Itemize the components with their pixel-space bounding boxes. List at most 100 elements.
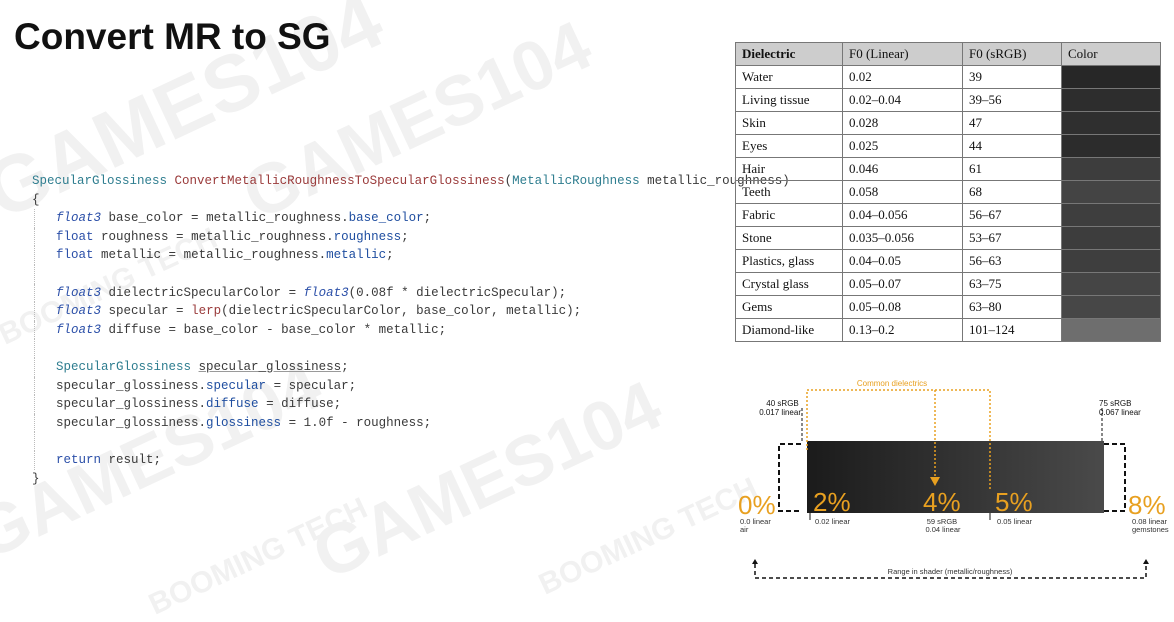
color-swatch <box>1061 295 1161 319</box>
color-swatch <box>1061 249 1161 273</box>
common-dielectrics-label: Common dielectrics <box>857 379 927 388</box>
table-row: Plastics, glass 0.04–0.05 56–63 <box>735 249 1161 273</box>
code-line: float metallic = metallic_roughness.meta… <box>34 246 712 265</box>
f0-srgb-cell: 63–75 <box>962 272 1062 296</box>
page-title: Convert MR to SG <box>14 16 331 57</box>
dielectric-cell: Diamond-like <box>735 318 843 342</box>
column-header: F0 (Linear) <box>842 42 963 66</box>
code-line: float3 diffuse = base_color - base_color… <box>34 320 712 340</box>
marker-0-sub: 0.0 linear air <box>740 517 773 534</box>
marker-4-pct: 8% <box>1128 490 1166 520</box>
f0-linear-cell: 0.13–0.2 <box>842 318 963 342</box>
code-line: SpecularGlossiness specular_glossiness; <box>34 357 712 377</box>
f0-linear-cell: 0.025 <box>842 134 963 158</box>
code-line: } <box>32 471 40 486</box>
f0-srgb-cell: 68 <box>962 180 1062 204</box>
table-row: Gems 0.05–0.08 63–80 <box>735 295 1161 319</box>
f0-linear-cell: 0.046 <box>842 157 963 181</box>
f0-srgb-cell: 101–124 <box>962 318 1062 342</box>
color-swatch <box>1061 134 1161 158</box>
dielectric-cell: Hair <box>735 157 843 181</box>
code-line: specular_glossiness.specular = specular; <box>34 376 712 396</box>
f0-srgb-cell: 39–56 <box>962 88 1062 112</box>
dielectric-cell: Fabric <box>735 203 843 227</box>
left-top-label: 40 sRGB 0.017 linear <box>759 399 801 417</box>
code-line <box>34 264 712 284</box>
table-row: Water 0.02 39 <box>735 65 1161 89</box>
f0-srgb-cell: 53–67 <box>962 226 1062 250</box>
code-line <box>34 339 712 358</box>
dielectric-cell: Skin <box>735 111 843 135</box>
up-arrow-icon <box>1143 559 1149 564</box>
dielectric-range-diagram: Common dielectrics 40 sRGB 0.017 linear … <box>735 378 1174 586</box>
code-line: float3 dielectricSpecularColor = float3(… <box>34 283 712 303</box>
table-row: Skin 0.028 47 <box>735 111 1161 135</box>
watermark: BOOMING TECH <box>143 491 373 622</box>
code-line: float3 specular = lerp(dielectricSpecula… <box>34 302 712 321</box>
right-top-label: 75 sRGB 0.067 linear <box>1099 399 1141 417</box>
table-row: Living tissue 0.02–0.04 39–56 <box>735 88 1161 112</box>
table-row: Teeth 0.058 68 <box>735 180 1161 204</box>
f0-srgb-cell: 39 <box>962 65 1062 89</box>
code-line: float3 base_color = metallic_roughness.b… <box>34 209 712 228</box>
code-line: return result; <box>34 450 712 470</box>
marker-0-pct: 0% <box>738 490 776 520</box>
dielectric-cell: Eyes <box>735 134 843 158</box>
table-row: Diamond-like 0.13–0.2 101–124 <box>735 318 1161 342</box>
marker-3-sub: 0.05 linear <box>997 517 1033 526</box>
dielectric-cell: Living tissue <box>735 88 843 112</box>
code-line: float roughness = metallic_roughness.rou… <box>34 227 712 247</box>
table-header-row: Dielectric F0 (Linear) F0 (sRGB) Color <box>735 42 1161 66</box>
f0-linear-cell: 0.05–0.08 <box>842 295 963 319</box>
marker-3-pct: 5% <box>995 487 1033 517</box>
f0-linear-cell: 0.04–0.056 <box>842 203 963 227</box>
table-row: Hair 0.046 61 <box>735 157 1161 181</box>
watermark: BOOMING TECH <box>533 471 763 602</box>
f0-linear-cell: 0.05–0.07 <box>842 272 963 296</box>
dielectric-cell: Stone <box>735 226 843 250</box>
color-swatch <box>1061 65 1161 89</box>
f0-linear-cell: 0.058 <box>842 180 963 204</box>
dielectric-cell: Teeth <box>735 180 843 204</box>
dielectric-cell: Crystal glass <box>735 272 843 296</box>
f0-srgb-cell: 61 <box>962 157 1062 181</box>
column-header: F0 (sRGB) <box>962 42 1062 66</box>
color-swatch <box>1061 318 1161 342</box>
dielectric-cell: Water <box>735 65 843 89</box>
table-row: Eyes 0.025 44 <box>735 134 1161 158</box>
code-line: SpecularGlossiness ConvertMetallicRoughn… <box>32 174 790 188</box>
f0-srgb-cell: 44 <box>962 134 1062 158</box>
f0-linear-cell: 0.035–0.056 <box>842 226 963 250</box>
dielectric-f0-table: Dielectric F0 (Linear) F0 (sRGB) Color W… <box>735 42 1161 342</box>
column-header: Color <box>1061 42 1161 66</box>
right-bracket <box>1104 443 1126 512</box>
color-swatch <box>1061 180 1161 204</box>
code-line: specular_glossiness.glossiness = 1.0f - … <box>34 413 712 433</box>
f0-srgb-cell: 63–80 <box>962 295 1062 319</box>
left-bracket <box>778 443 801 512</box>
marker-1-pct: 2% <box>813 487 851 517</box>
f0-linear-cell: 0.028 <box>842 111 963 135</box>
f0-srgb-cell: 56–67 <box>962 203 1062 227</box>
dielectric-cell: Gems <box>735 295 843 319</box>
table-row: Stone 0.035–0.056 53–67 <box>735 226 1161 250</box>
color-swatch <box>1061 157 1161 181</box>
f0-srgb-cell: 56–63 <box>962 249 1062 273</box>
table-row: Crystal glass 0.05–0.07 63–75 <box>735 272 1161 296</box>
marker-2-sub: 59 sRGB 0.04 linear <box>925 517 961 534</box>
marker-1-sub: 0.02 linear <box>815 517 851 526</box>
f0-linear-cell: 0.02 <box>842 65 963 89</box>
column-header: Dielectric <box>735 42 843 66</box>
f0-srgb-cell: 47 <box>962 111 1062 135</box>
up-arrow-icon <box>752 559 758 564</box>
marker-2-pct: 4% <box>923 487 961 517</box>
table-row: Fabric 0.04–0.056 56–67 <box>735 203 1161 227</box>
color-swatch <box>1061 203 1161 227</box>
range-diagram-svg: Common dielectrics 40 sRGB 0.017 linear … <box>738 379 1169 579</box>
marker-4-sub: 0.08 linear gemstones <box>1132 517 1169 534</box>
f0-linear-cell: 0.04–0.05 <box>842 249 963 273</box>
code-block: SpecularGlossiness ConvertMetallicRoughn… <box>32 172 790 488</box>
shader-range-label: Range in shader (metallic/roughness) <box>888 567 1013 576</box>
f0-linear-cell: 0.02–0.04 <box>842 88 963 112</box>
dielectric-cell: Plastics, glass <box>735 249 843 273</box>
